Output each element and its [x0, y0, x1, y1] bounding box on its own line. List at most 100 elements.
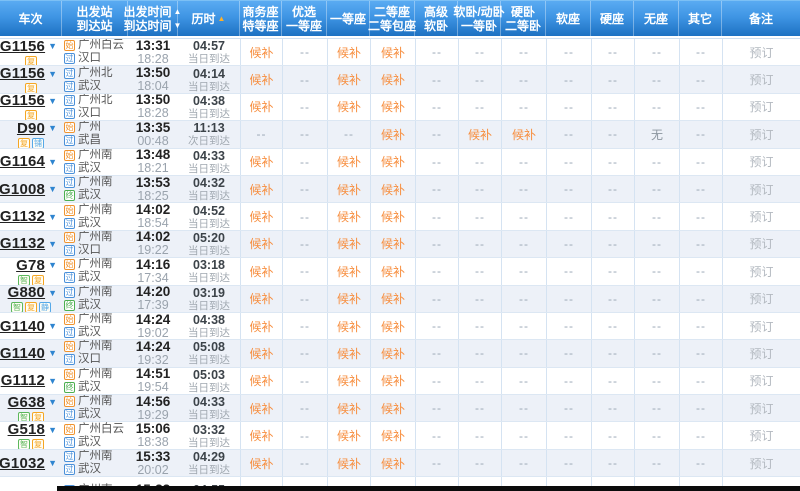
seat-availability-value[interactable]: 候补 — [381, 263, 405, 280]
book-button[interactable]: 预订 — [749, 98, 773, 115]
seat-availability-value[interactable]: 候补 — [381, 44, 405, 61]
book-button[interactable]: 预订 — [749, 345, 773, 362]
seat-availability-value[interactable]: 候补 — [337, 44, 361, 61]
chevron-down-icon[interactable]: ▼ — [48, 184, 57, 194]
seat-availability-value[interactable]: 候补 — [337, 345, 361, 362]
chevron-down-icon[interactable]: ▼ — [48, 321, 57, 331]
train-number-link[interactable]: G1008 — [0, 181, 45, 198]
book-button[interactable]: 预订 — [749, 455, 773, 472]
chevron-down-icon[interactable]: ▼ — [48, 376, 57, 386]
book-button[interactable]: 预订 — [749, 290, 773, 307]
seat-availability-value[interactable]: 候补 — [337, 372, 361, 389]
chevron-down-icon[interactable]: ▼ — [48, 96, 57, 106]
seat-availability-value[interactable]: 候补 — [249, 455, 273, 472]
seat-availability-value[interactable]: 候补 — [337, 208, 361, 225]
seat-availability-value[interactable]: 候补 — [337, 263, 361, 280]
train-number-link[interactable]: G1140 — [0, 345, 45, 362]
seat-availability-value[interactable]: 候补 — [381, 318, 405, 335]
seat-availability-value[interactable]: 候补 — [381, 126, 405, 143]
seat-availability-value[interactable]: 候补 — [249, 153, 273, 170]
seat-availability-value[interactable]: 候补 — [337, 318, 361, 335]
seat-availability-value[interactable]: 候补 — [249, 181, 273, 198]
seat-availability-value[interactable]: 候补 — [337, 427, 361, 444]
chevron-down-icon[interactable]: ▼ — [48, 458, 57, 468]
train-number-link[interactable]: G1132 — [0, 235, 45, 252]
seat-availability-value[interactable]: 候补 — [381, 153, 405, 170]
seat-availability-value[interactable]: 候补 — [381, 400, 405, 417]
chevron-down-icon[interactable]: ▼ — [48, 397, 57, 407]
seat-availability-value[interactable]: 候补 — [381, 208, 405, 225]
book-button[interactable]: 预订 — [749, 318, 773, 335]
chevron-down-icon[interactable]: ▼ — [48, 69, 57, 79]
chevron-down-icon[interactable]: ▼ — [48, 123, 57, 133]
seat-availability-value[interactable]: 候补 — [337, 181, 361, 198]
book-button[interactable]: 预订 — [749, 44, 773, 61]
chevron-down-icon[interactable]: ▼ — [48, 157, 57, 167]
seat-availability-value[interactable]: 候补 — [249, 235, 273, 252]
book-button[interactable]: 预订 — [749, 427, 773, 444]
seat-availability-value[interactable]: 候补 — [337, 290, 361, 307]
seat-availability-value[interactable]: 候补 — [337, 455, 361, 472]
seat-availability-value[interactable]: 候补 — [249, 98, 273, 115]
seat-availability-value[interactable]: 候补 — [381, 345, 405, 362]
seat-availability-value[interactable]: 候补 — [381, 181, 405, 198]
seat-availability-value[interactable]: 候补 — [337, 235, 361, 252]
column-header-duration[interactable]: 历时 ▲ — [178, 1, 240, 36]
seat-availability-value[interactable]: 候补 — [468, 126, 492, 143]
seat-availability-value[interactable]: 候补 — [337, 400, 361, 417]
seat-availability-value[interactable]: 候补 — [249, 208, 273, 225]
seat-availability-value[interactable]: 候补 — [512, 126, 536, 143]
sort-arrow-icon[interactable]: ▲ — [218, 14, 226, 23]
seat-availability-value[interactable]: 候补 — [249, 400, 273, 417]
book-button[interactable]: 预订 — [749, 263, 773, 280]
chevron-down-icon[interactable]: ▼ — [48, 348, 57, 358]
book-button[interactable]: 预订 — [749, 208, 773, 225]
book-button[interactable]: 预订 — [749, 71, 773, 88]
seat-availability-value: -- — [300, 236, 310, 251]
train-number-link[interactable]: G1032 — [0, 455, 45, 472]
train-number-link[interactable]: G638 — [8, 395, 46, 411]
book-button[interactable]: 预订 — [749, 126, 773, 143]
chevron-down-icon[interactable]: ▼ — [48, 212, 57, 222]
chevron-down-icon[interactable]: ▼ — [48, 41, 57, 51]
seat-availability-value[interactable]: 候补 — [337, 71, 361, 88]
seat-availability-value[interactable]: 候补 — [249, 318, 273, 335]
seat-availability-value[interactable]: 候补 — [381, 235, 405, 252]
seat-availability-value[interactable]: 候补 — [249, 263, 273, 280]
book-button[interactable]: 预订 — [749, 153, 773, 170]
chevron-down-icon[interactable]: ▼ — [48, 260, 57, 270]
seat-availability-value[interactable]: 候补 — [381, 427, 405, 444]
seat-availability-value[interactable]: 候补 — [381, 372, 405, 389]
column-header-times[interactable]: 出发时间 ▲ 到达时间 ▼ — [124, 1, 181, 36]
train-number-link[interactable]: G880 — [8, 286, 46, 302]
seat-availability-value[interactable]: 候补 — [337, 98, 361, 115]
seat-availability-value[interactable]: 候补 — [381, 98, 405, 115]
seat-availability-value[interactable]: 候补 — [381, 455, 405, 472]
chevron-down-icon[interactable]: ▼ — [48, 239, 57, 249]
book-button[interactable]: 预订 — [749, 400, 773, 417]
train-number-link[interactable]: G518 — [8, 422, 46, 438]
train-number-link[interactable]: G1156 — [0, 66, 45, 82]
seat-availability-value[interactable]: 候补 — [249, 345, 273, 362]
seat-availability-value[interactable]: 候补 — [249, 290, 273, 307]
book-button[interactable]: 预订 — [749, 235, 773, 252]
chevron-down-icon[interactable]: ▼ — [48, 425, 57, 435]
train-number-link[interactable]: G1132 — [0, 208, 45, 225]
book-button[interactable]: 预订 — [749, 181, 773, 198]
seat-availability-value[interactable]: 候补 — [249, 71, 273, 88]
train-number-link[interactable]: G1156 — [0, 39, 45, 55]
seat-availability-value[interactable]: 候补 — [249, 372, 273, 389]
seat-availability-value[interactable]: 候补 — [381, 290, 405, 307]
seat-availability-value[interactable]: 候补 — [249, 427, 273, 444]
book-button[interactable]: 预订 — [749, 372, 773, 389]
train-number-link[interactable]: G1112 — [1, 372, 45, 389]
train-number-link[interactable]: G1156 — [0, 94, 45, 110]
seat-availability-value[interactable]: 候补 — [337, 153, 361, 170]
train-number-link[interactable]: G1140 — [0, 318, 45, 335]
train-number-link[interactable]: G78 — [16, 258, 45, 274]
seat-availability-value[interactable]: 候补 — [381, 71, 405, 88]
seat-availability-value[interactable]: 候补 — [249, 44, 273, 61]
chevron-down-icon[interactable]: ▼ — [48, 288, 57, 298]
train-number-link[interactable]: G1164 — [0, 153, 45, 170]
train-number-link[interactable]: D90 — [17, 121, 45, 137]
